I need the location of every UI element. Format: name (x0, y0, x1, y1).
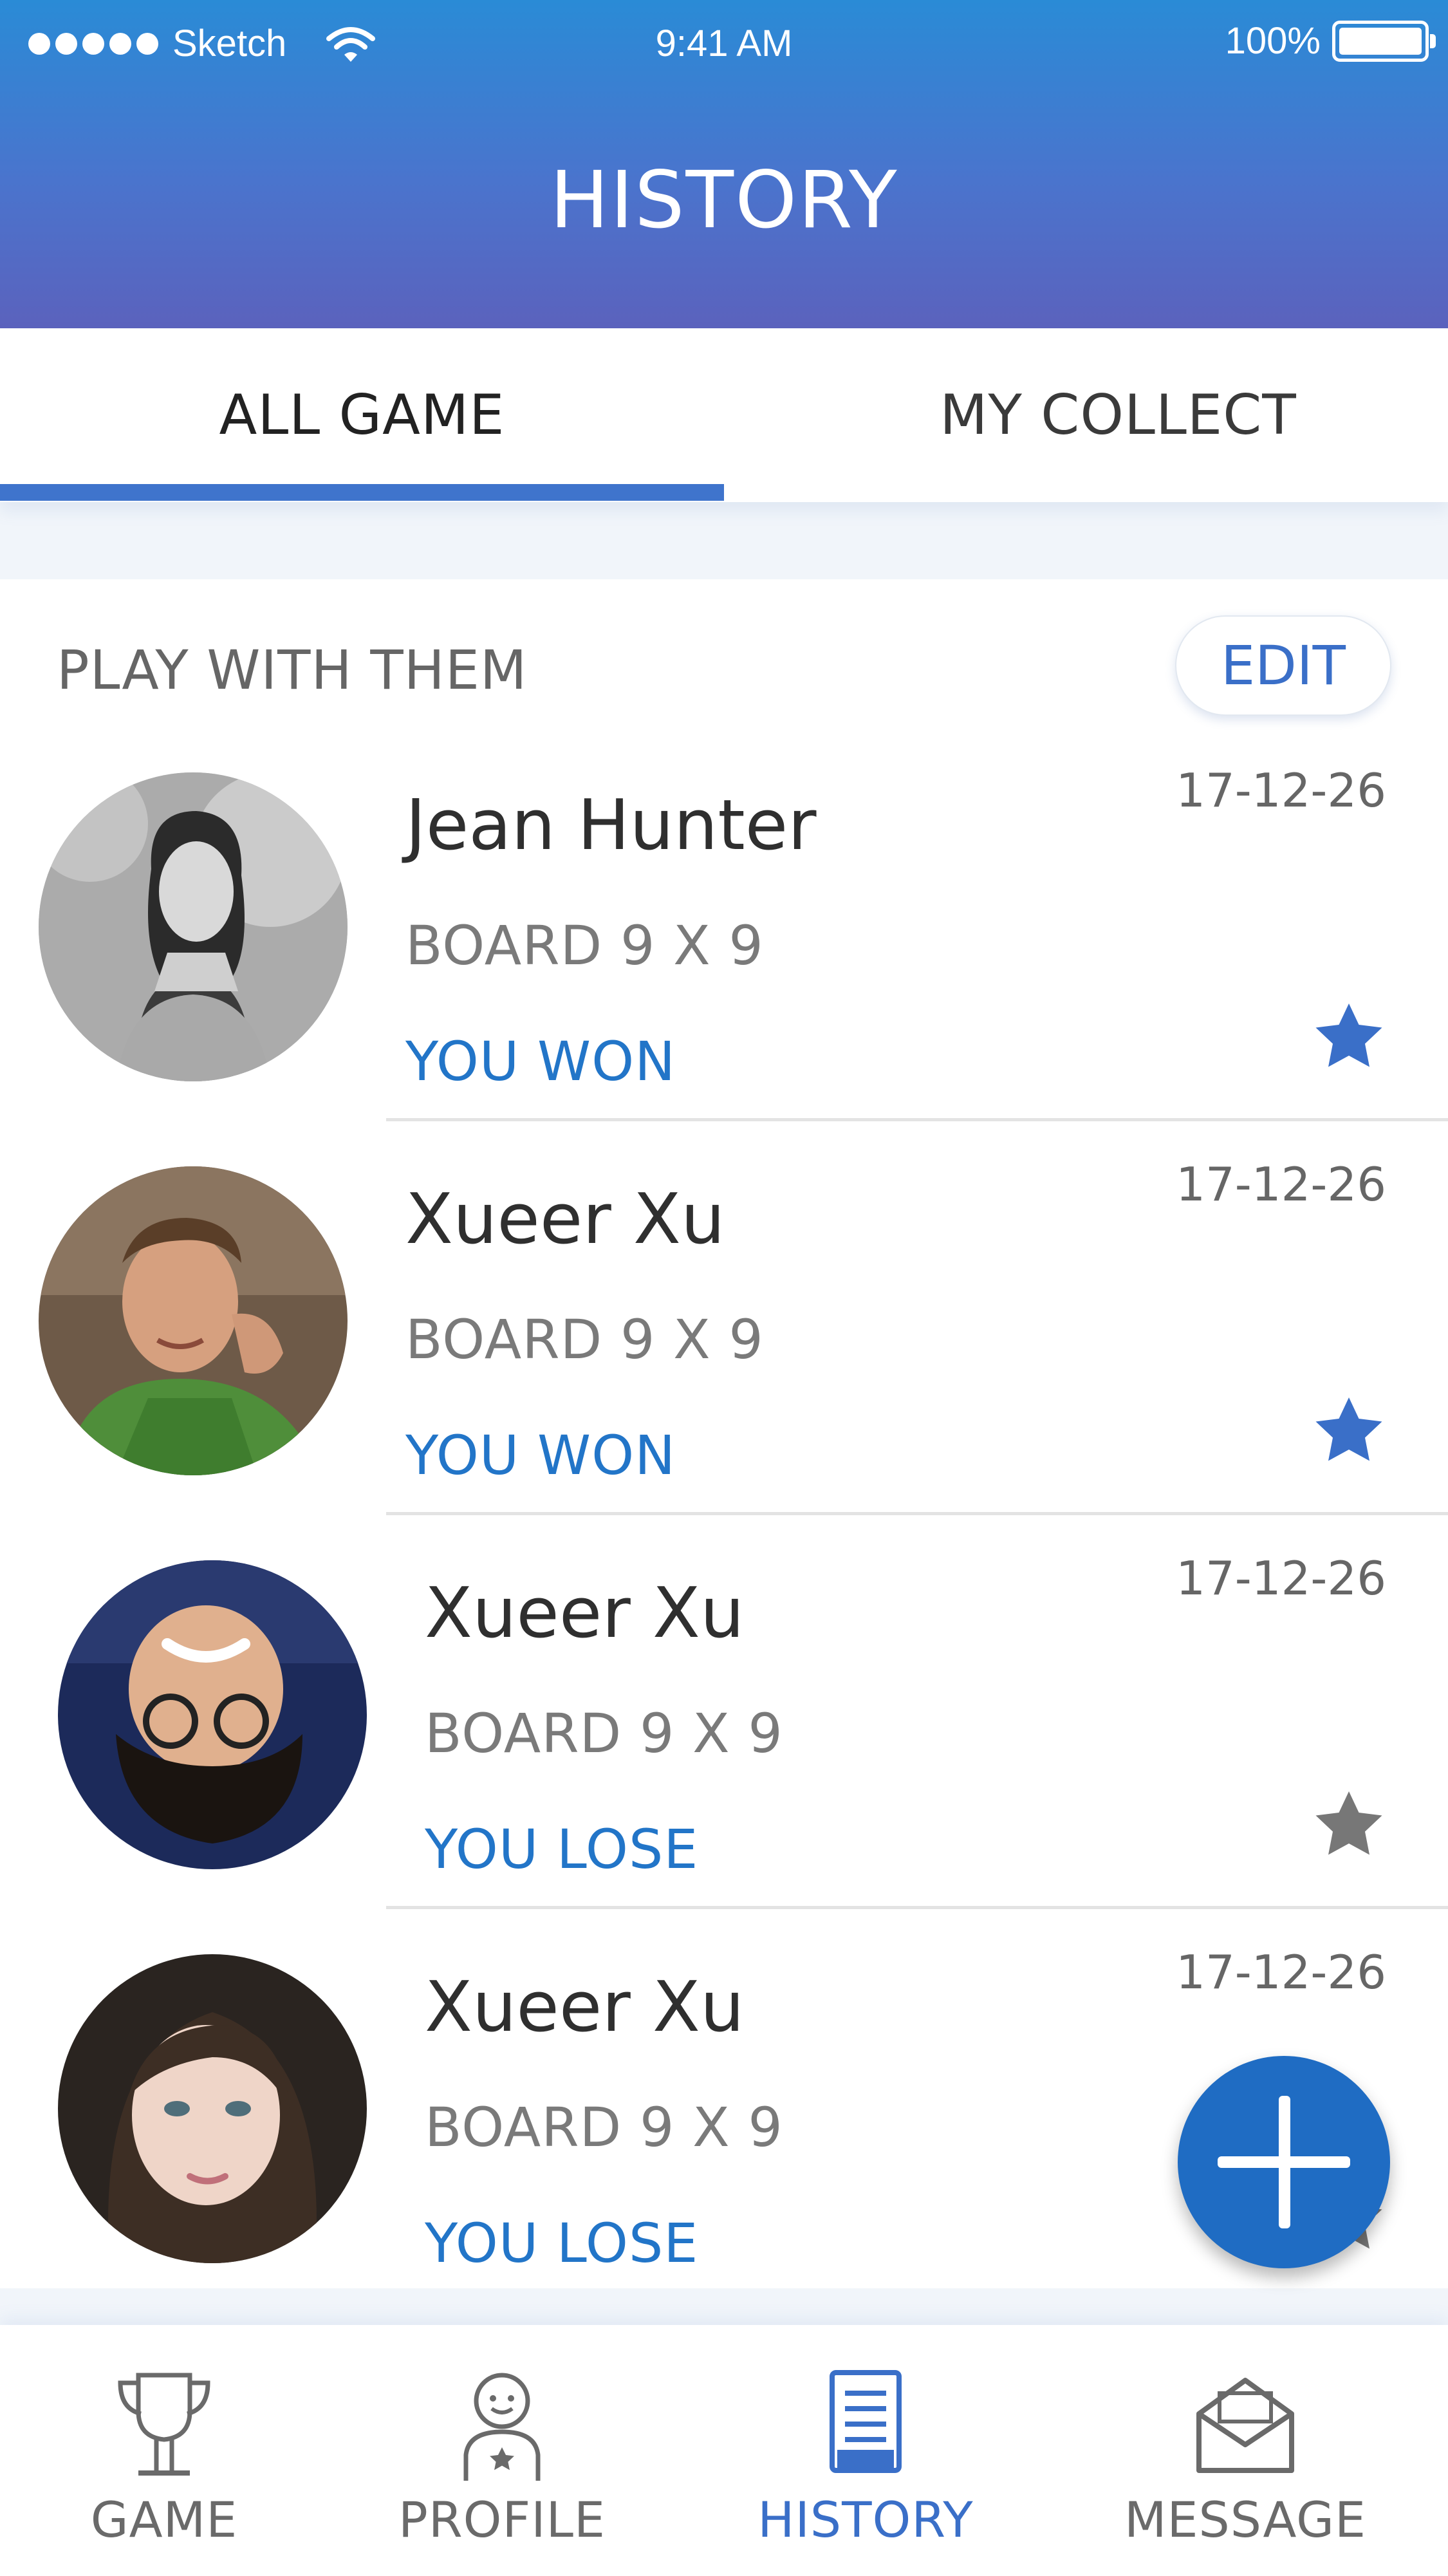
nav-label-history: HISTORY (757, 2491, 974, 2548)
battery-icon (1332, 20, 1436, 62)
opponent-name: Jean Hunter (405, 785, 817, 866)
envelope-icon (1196, 2378, 1294, 2473)
avatar (39, 772, 348, 1081)
active-tab-indicator (0, 484, 724, 501)
board-size: BOARD 9 X 9 (405, 1308, 764, 1371)
board-size: BOARD 9 X 9 (425, 2096, 783, 2159)
game-result: YOU LOSE (425, 1818, 699, 1881)
tab-all-game[interactable]: ALL GAME (0, 328, 724, 502)
game-list-item[interactable]: Jean Hunter BOARD 9 X 9 YOU WON 17-12-26 (0, 727, 1448, 1121)
game-list-item[interactable]: Xueer Xu BOARD 9 X 9 YOU WON 17-12-26 (0, 1121, 1448, 1515)
opponent-name: Xueer Xu (425, 1967, 745, 2048)
nav-item-history[interactable]: HISTORY (757, 2325, 973, 2576)
profile-icon (463, 2373, 541, 2481)
game-date: 17-12-26 (1176, 1945, 1386, 1999)
board-size: BOARD 9 X 9 (405, 914, 764, 977)
avatar (58, 1954, 367, 2263)
nav-label-game: GAME (90, 2491, 238, 2548)
nav-label-profile: PROFILE (398, 2491, 606, 2548)
add-game-button[interactable] (1178, 2056, 1390, 2268)
section-title: PLAY WITH THEM (57, 639, 528, 702)
trophy-icon (118, 2373, 210, 2476)
game-result: YOU WON (405, 1030, 676, 1093)
game-result: YOU WON (405, 1424, 676, 1487)
bottom-nav: GAME PROFILE HISTORY MESSAGE (0, 2325, 1448, 2576)
star-icon[interactable] (1310, 998, 1388, 1075)
star-icon[interactable] (1310, 1392, 1388, 1469)
tab-bar: ALL GAME MY COLLECT (0, 328, 1448, 502)
history-document-icon (830, 2370, 902, 2473)
header: Sketch 9:41 AM 100% HISTORY (0, 0, 1448, 328)
status-bar: Sketch 9:41 AM 100% (0, 0, 1448, 84)
game-date: 17-12-26 (1176, 1551, 1386, 1605)
game-date: 17-12-26 (1176, 1157, 1386, 1211)
opponent-name: Xueer Xu (425, 1573, 745, 1654)
star-icon[interactable] (1310, 1786, 1388, 1863)
nav-item-game[interactable]: GAME (91, 2325, 237, 2576)
game-result: YOU LOSE (425, 2212, 699, 2275)
battery-percent: 100% (1225, 20, 1321, 62)
nav-item-message[interactable]: MESSAGE (1124, 2325, 1366, 2576)
game-list-item[interactable]: Xueer Xu BOARD 9 X 9 YOU LOSE 17-12-26 (0, 1515, 1448, 1909)
board-size: BOARD 9 X 9 (425, 1702, 783, 1765)
opponent-name: Xueer Xu (405, 1179, 725, 1260)
avatar (58, 1560, 367, 1869)
nav-item-profile[interactable]: PROFILE (398, 2325, 605, 2576)
status-right: 100% (1225, 19, 1436, 62)
page-title: HISTORY (550, 154, 898, 246)
history-card: PLAY WITH THEM EDIT Jean Hunter BOARD 9 … (0, 579, 1448, 2288)
tab-my-collect[interactable]: MY COLLECT (724, 328, 1448, 502)
avatar (39, 1166, 348, 1475)
plus-icon (1218, 2096, 1350, 2228)
edit-button[interactable]: EDIT (1175, 615, 1391, 716)
nav-label-message: MESSAGE (1124, 2491, 1367, 2548)
game-date: 17-12-26 (1176, 763, 1386, 817)
